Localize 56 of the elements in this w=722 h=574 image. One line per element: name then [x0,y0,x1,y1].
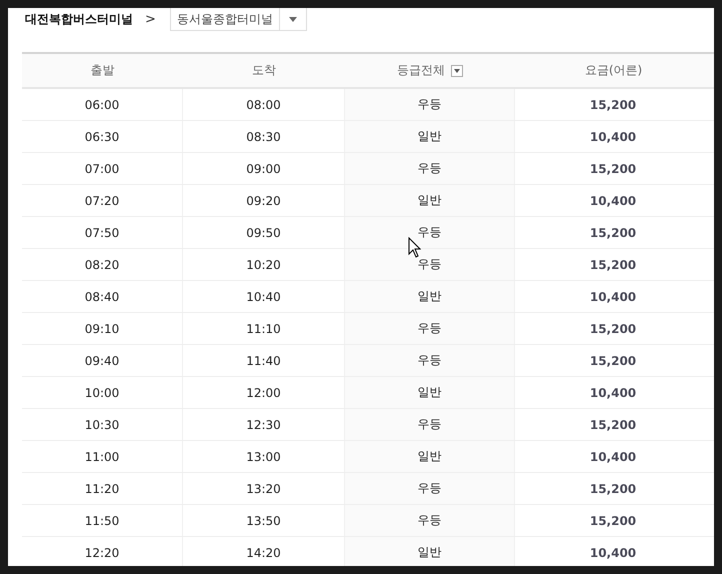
fare-amount: 15,200 [515,505,714,536]
bus-grade: 우등 [345,505,515,536]
departure-time: 06:00 [22,89,183,120]
fare-amount: 15,200 [515,313,714,344]
departure-time: 10:30 [22,409,183,440]
fare-amount: 10,400 [515,441,714,472]
origin-terminal: 대전복합버스터미널 [25,11,133,28]
fare-amount: 10,400 [515,281,714,312]
fare-amount: 15,200 [515,153,714,184]
column-header: 도착 [252,62,276,79]
bus-grade: 우등 [345,249,515,280]
departure-time: 11:20 [22,473,183,504]
column-header: 요금(어른) [584,62,642,79]
breadcrumb-separator: > [145,12,156,27]
departure-time: 10:00 [22,377,183,408]
bus-grade: 일반 [345,121,515,152]
fare-amount: 10,400 [515,537,714,566]
departure-time: 11:50 [22,505,183,536]
fare-amount: 15,200 [515,409,714,440]
bus-grade: 일반 [345,281,515,312]
caret-icon [288,16,297,22]
departure-time: 07:20 [22,185,183,216]
departure-time: 07:50 [22,217,183,248]
fare-amount: 15,200 [515,249,714,280]
destination-select[interactable]: 동서울종합터미널 [170,8,307,31]
bus-grade: 일반 [345,441,515,472]
departure-time: 08:40 [22,281,183,312]
departure-time: 06:30 [22,121,183,152]
departure-time: 08:20 [22,249,183,280]
bus-grade: 일반 [345,537,515,566]
departure-time: 11:00 [22,441,183,472]
fare-amount: 15,200 [515,345,714,376]
filter-dropdown-button[interactable] [451,64,463,76]
mouse-cursor-icon [408,237,421,258]
caret-icon [454,68,460,72]
fare-amount: 15,200 [515,217,714,248]
departure-time: 12:20 [22,537,183,566]
fare-amount: 10,400 [515,377,714,408]
bus-grade: 우등 [345,473,515,504]
column-header: 출발 [90,62,114,79]
bus-grade: 일반 [345,377,515,408]
departure-time: 07:00 [22,153,183,184]
bus-grade: 우등 [345,313,515,344]
bus-grade: 우등 [345,345,515,376]
departure-time: 09:10 [22,313,183,344]
fare-amount: 10,400 [515,185,714,216]
bus-grade: 우등 [345,153,515,184]
fare-amount: 15,200 [515,89,714,120]
fare-amount: 10,400 [515,121,714,152]
bus-grade: 우등 [345,217,515,248]
bus-grade: 우등 [345,409,515,440]
bus-grade: 우등 [345,89,515,120]
fare-amount: 15,200 [515,473,714,504]
departure-time: 09:40 [22,345,183,376]
bus-grade: 일반 [345,185,515,216]
column-header: 등급전체 [397,62,445,79]
